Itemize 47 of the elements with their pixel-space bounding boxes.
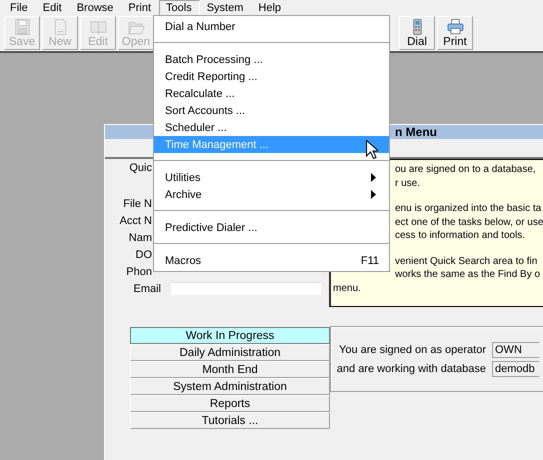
info-text: r use. xyxy=(395,176,420,190)
task-button[interactable]: Daily Administration xyxy=(130,344,330,361)
menu-item[interactable]: Archive xyxy=(154,186,389,203)
menu-bar-item[interactable]: Browse xyxy=(70,0,122,16)
info-text: enu is organized into the basic ta xyxy=(395,202,542,216)
menu-item[interactable]: Credit Reporting ... xyxy=(154,68,389,85)
info-text: menu. xyxy=(333,282,361,295)
field-label: DO xyxy=(134,248,152,260)
menu-bar-item[interactable]: Print xyxy=(121,0,160,16)
menu-bar-item[interactable]: System xyxy=(200,0,252,16)
field-label: Email xyxy=(132,282,161,294)
toolbar-button[interactable]: Dial xyxy=(399,16,435,50)
info-text: venient Quick Search area to fin xyxy=(395,254,538,268)
menu-bar-item[interactable]: File xyxy=(3,0,36,16)
task-button[interactable]: Work In Progress xyxy=(130,327,330,344)
mouse-pointer-icon xyxy=(366,140,378,159)
menu-item[interactable]: Macros F11 xyxy=(154,252,389,269)
signon-label: You are signed on as operator xyxy=(338,344,487,356)
printer-icon xyxy=(446,18,464,36)
field-label: Quic xyxy=(128,162,152,174)
menu-item[interactable]: Utilities xyxy=(154,169,389,186)
info-text: ect one of the tasks below, or use xyxy=(395,216,543,229)
task-button[interactable]: Month End xyxy=(130,361,330,378)
signon-label: and are working with database xyxy=(336,362,487,374)
menu-item[interactable]: Scheduler ... xyxy=(154,119,389,136)
menu-item[interactable]: Dial a Number xyxy=(154,18,389,35)
field-label: Nam xyxy=(128,232,152,244)
field-label: Acct N xyxy=(118,214,152,226)
menu-item[interactable]: Batch Processing ... xyxy=(154,51,389,68)
info-text: ou are signed on to a database, xyxy=(395,163,536,176)
info-text: works the same as the Find By o xyxy=(395,268,540,282)
field-label: Phon xyxy=(125,266,152,278)
task-button[interactable]: System Administration xyxy=(130,378,330,395)
task-button[interactable]: Reports xyxy=(130,395,330,412)
field-label: File N xyxy=(122,198,152,210)
menu-item[interactable]: Predictive Dialer ... xyxy=(154,219,389,236)
email-field[interactable] xyxy=(171,282,321,295)
toolbar-button[interactable]: Print xyxy=(437,16,473,50)
window-title: n Menu xyxy=(395,125,437,139)
signon-value-field: demodb xyxy=(492,360,539,376)
menu-item[interactable]: Recalculate ... xyxy=(154,85,389,102)
menu-item[interactable]: Sort Accounts ... xyxy=(154,102,389,119)
menu-bar-item[interactable]: Edit xyxy=(36,0,70,16)
menu-bar-item[interactable]: Help xyxy=(251,0,290,16)
task-button[interactable]: Tutorials ... xyxy=(130,412,330,429)
signon-value-field: OWN xyxy=(492,342,539,358)
info-text: cess to information and tools. xyxy=(395,229,526,242)
